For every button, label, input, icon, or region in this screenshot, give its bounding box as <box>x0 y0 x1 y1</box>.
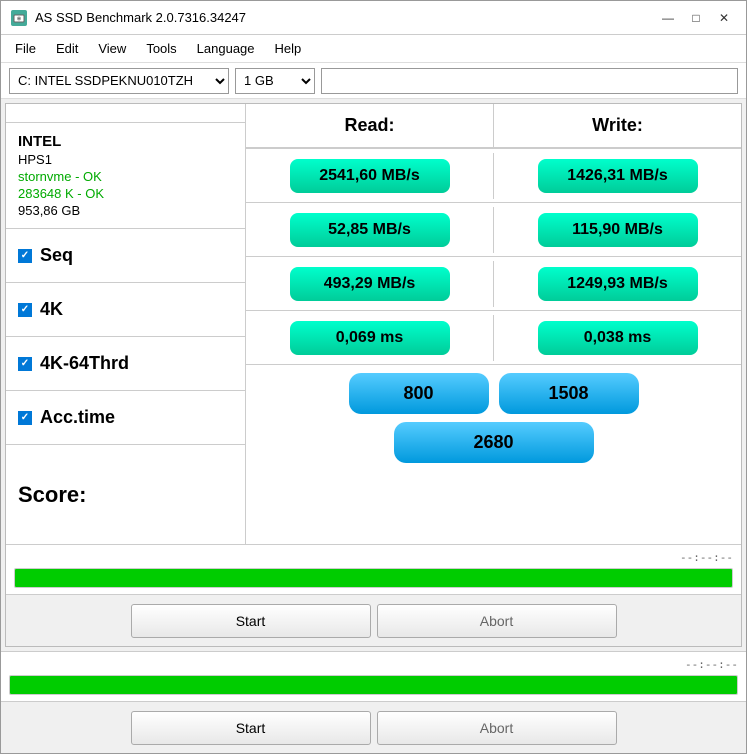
abort-button[interactable]: Abort <box>377 711 617 745</box>
checkbox-acc.time[interactable]: ✓ <box>18 411 32 425</box>
main-content: INTEL HPS1 stornvme - OK 283648 K - OK 953,8… <box>5 103 742 647</box>
results-header: Read:Write: <box>246 104 741 148</box>
drive-brand: INTEL <box>18 133 233 150</box>
score-total-badge: 2680 <box>394 422 594 463</box>
progress-time: --:--:-- <box>685 658 738 671</box>
title-bar: AS SSD Benchmark 2.0.7316.34247 — □ ✕ <box>1 1 746 35</box>
extra-input <box>321 68 738 94</box>
maximize-button[interactable]: □ <box>684 8 708 28</box>
progress-section: --:--:-- <box>6 544 741 594</box>
acc.time-read-badge: 0,069 ms <box>290 321 450 355</box>
score-label: Score: <box>6 444 245 544</box>
table-row: 0,069 ms 0,038 ms <box>246 310 741 364</box>
title-bar-left: AS SSD Benchmark 2.0.7316.34247 <box>11 10 246 26</box>
drive-select[interactable]: C: INTEL SSDPEKNU010TZH <box>9 68 229 94</box>
drive-blocksize: 283648 K - OK <box>18 186 233 201</box>
progress-section: --:--:-- <box>1 651 746 701</box>
minimize-button[interactable]: — <box>656 8 680 28</box>
progress-bar-fill <box>10 676 737 694</box>
drive-model: HPS1 <box>18 152 233 167</box>
4k-write-badge: 115,90 MB/s <box>538 213 698 247</box>
app-icon <box>11 10 27 26</box>
menu-file[interactable]: File <box>7 38 44 59</box>
menu-tools[interactable]: Tools <box>138 38 184 59</box>
seq-write-cell: 1426,31 MB/s <box>494 153 741 199</box>
4k-64thrd-write-cell: 1249,93 MB/s <box>494 261 741 307</box>
drive-driver: stornvme - OK <box>18 169 233 184</box>
seq-read-badge: 2541,60 MB/s <box>290 159 450 193</box>
score-read-badge: 800 <box>349 373 489 414</box>
score-values: 8001508 2680 <box>246 364 741 471</box>
acc.time-read-cell: 0,069 ms <box>246 315 494 361</box>
row-label-4k-64thrd: ✓4K-64Thrd <box>6 336 245 390</box>
toolbar: C: INTEL SSDPEKNU010TZH 1 GB <box>1 63 746 99</box>
progress-bar-row: --:--:-- <box>9 658 738 671</box>
title-controls: — □ ✕ <box>656 8 736 28</box>
score-bottom-row: 2680 <box>394 422 594 463</box>
menu-bar: File Edit View Tools Language Help <box>1 35 746 63</box>
menu-help[interactable]: Help <box>267 38 310 59</box>
progress-time: --:--:-- <box>680 551 733 564</box>
score-write-badge: 1508 <box>499 373 639 414</box>
progress-time-row: --:--:-- <box>14 551 733 564</box>
buttons-section: Start Abort <box>1 701 746 753</box>
row-label-acc.time: ✓Acc.time <box>6 390 245 444</box>
progress-bar-fill <box>15 569 732 587</box>
size-select[interactable]: 1 GB <box>235 68 315 94</box>
checkbox-4k-64thrd[interactable]: ✓ <box>18 357 32 371</box>
info-panel: INTEL HPS1 stornvme - OK 283648 K - OK 953,8… <box>6 123 246 228</box>
4k-write-cell: 115,90 MB/s <box>494 207 741 253</box>
window-title: AS SSD Benchmark 2.0.7316.34247 <box>35 10 246 25</box>
progress-bar-container <box>14 568 733 588</box>
checkbox-seq[interactable]: ✓ <box>18 249 32 263</box>
close-button[interactable]: ✕ <box>712 8 736 28</box>
table-row: 2541,60 MB/s 1426,31 MB/s <box>246 148 741 202</box>
bench-area: INTEL HPS1 stornvme - OK 283648 K - OK 953,8… <box>6 104 741 544</box>
4k-read-cell: 52,85 MB/s <box>246 207 494 253</box>
seq-write-badge: 1426,31 MB/s <box>538 159 698 193</box>
progress-bar-container <box>9 675 738 695</box>
write-header: Write: <box>494 104 741 147</box>
start-button[interactable]: Start <box>131 711 371 745</box>
seq-read-cell: 2541,60 MB/s <box>246 153 494 199</box>
start-button[interactable]: Start <box>131 604 371 638</box>
table-row: 493,29 MB/s 1249,93 MB/s <box>246 256 741 310</box>
main-window: AS SSD Benchmark 2.0.7316.34247 — □ ✕ Fi… <box>0 0 747 754</box>
4k-64thrd-read-badge: 493,29 MB/s <box>290 267 450 301</box>
acc.time-write-badge: 0,038 ms <box>538 321 698 355</box>
score-top-row: 8001508 <box>349 373 639 414</box>
row-label-4k: ✓4K <box>6 282 245 336</box>
4k-64thrd-read-cell: 493,29 MB/s <box>246 261 494 307</box>
table-row: 52,85 MB/s 115,90 MB/s <box>246 202 741 256</box>
acc.time-write-cell: 0,038 ms <box>494 315 741 361</box>
4k-read-badge: 52,85 MB/s <box>290 213 450 247</box>
menu-view[interactable]: View <box>90 38 134 59</box>
4k-64thrd-write-badge: 1249,93 MB/s <box>538 267 698 301</box>
abort-button[interactable]: Abort <box>377 604 617 638</box>
drive-size: 953,86 GB <box>18 203 233 218</box>
checkbox-4k[interactable]: ✓ <box>18 303 32 317</box>
buttons-section: Start Abort <box>6 594 741 646</box>
menu-edit[interactable]: Edit <box>48 38 86 59</box>
row-label-seq: ✓Seq <box>6 228 245 282</box>
read-header: Read: <box>246 104 494 147</box>
menu-language[interactable]: Language <box>189 38 263 59</box>
